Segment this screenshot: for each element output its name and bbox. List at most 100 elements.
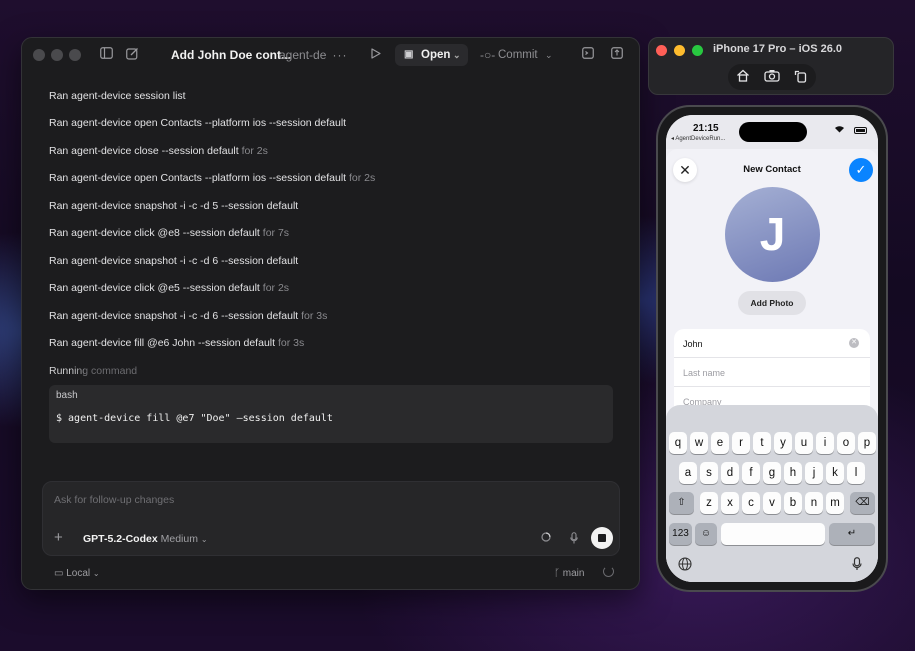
key-c[interactable]: c: [742, 492, 760, 514]
new-chat-edit-icon[interactable]: [124, 47, 140, 63]
zoom-window-button[interactable]: [692, 45, 703, 56]
key-o[interactable]: o: [837, 432, 855, 454]
stop-button[interactable]: [591, 527, 613, 549]
key-d[interactable]: d: [721, 462, 739, 484]
model-name: GPT-5.2-Codex: [83, 533, 158, 545]
log-line[interactable]: Ran agent-device open Contacts --platfor…: [49, 117, 346, 129]
key-g[interactable]: g: [763, 462, 781, 484]
agent-app-window: Add John Doe cont... agent-de ··· ▣ Open…: [21, 37, 640, 590]
log-line[interactable]: Ran agent-device click @e8 --session def…: [49, 227, 289, 239]
key-u[interactable]: u: [795, 432, 813, 454]
ellipsis-icon[interactable]: ···: [332, 47, 348, 63]
key-e[interactable]: e: [711, 432, 729, 454]
branch-selector[interactable]: ᚴ main: [554, 568, 584, 579]
key-v[interactable]: v: [763, 492, 781, 514]
first-name-field[interactable]: John ✕: [674, 329, 870, 358]
key-r[interactable]: r: [732, 432, 750, 454]
running-command-status: Running command: [49, 365, 138, 377]
key-b[interactable]: b: [784, 492, 802, 514]
log-line[interactable]: Ran agent-device close --session default…: [49, 145, 268, 157]
log-line[interactable]: Ran agent-device snapshot -i -c -d 5 --s…: [49, 200, 298, 212]
chevron-down-icon: ⌄: [545, 50, 553, 60]
share-export-icon[interactable]: [609, 47, 625, 63]
key-f[interactable]: f: [742, 462, 760, 484]
microphone-icon[interactable]: [567, 532, 581, 546]
log-line[interactable]: Ran agent-device snapshot -i -c -d 6 --s…: [49, 255, 298, 267]
git-branch-icon: ᚴ: [554, 568, 560, 579]
emoji-key[interactable]: ☺: [695, 523, 717, 545]
key-q[interactable]: q: [669, 432, 687, 454]
key-t[interactable]: t: [753, 432, 771, 454]
shift-key[interactable]: ⇧: [669, 492, 694, 514]
last-name-placeholder: Last name: [683, 368, 726, 378]
commit-button[interactable]: -○- Commit ⌄: [474, 44, 558, 66]
delete-key[interactable]: ⌫: [850, 492, 875, 514]
checkmark-icon[interactable]: ✓: [849, 158, 873, 182]
log-line[interactable]: Ran agent-device click @e5 --session def…: [49, 282, 289, 294]
numbers-key[interactable]: 123: [669, 523, 692, 545]
environment-label: Local: [66, 568, 91, 579]
open-label: Open: [421, 49, 451, 61]
dynamic-island: [739, 122, 807, 142]
wifi-icon: [834, 125, 845, 135]
first-name-value: John: [683, 339, 703, 349]
environment-selector[interactable]: ▭ Local ⌄: [54, 568, 100, 579]
rotate-device-icon[interactable]: [792, 69, 808, 85]
key-a[interactable]: a: [679, 462, 697, 484]
chevron-down-icon: ⌄: [200, 535, 208, 544]
dictation-microphone-icon[interactable]: [852, 557, 862, 574]
back-to-app-link[interactable]: ◂ AgentDeviceRun...: [671, 135, 725, 142]
chevron-down-icon: ⌄: [453, 50, 461, 60]
minimize-window-button[interactable]: [674, 45, 685, 56]
globe-icon[interactable]: [678, 557, 692, 574]
clear-text-icon[interactable]: ✕: [849, 338, 859, 348]
close-window-button[interactable]: [656, 45, 667, 56]
commit-label: Commit: [498, 49, 538, 61]
close-window-button[interactable]: [33, 49, 45, 61]
laptop-icon: ▭: [54, 568, 64, 579]
simulator-toolbar-window: iPhone 17 Pro – iOS 26.0: [648, 37, 894, 95]
plus-icon[interactable]: +: [54, 530, 63, 545]
key-x[interactable]: x: [721, 492, 739, 514]
key-p[interactable]: p: [858, 432, 876, 454]
minimize-window-button[interactable]: [51, 49, 63, 61]
iphone-screen: 21:15 ◂ AgentDeviceRun... ✕ New Contact …: [666, 115, 878, 582]
add-photo-button[interactable]: Add Photo: [738, 291, 806, 315]
model-effort: Medium: [160, 533, 198, 545]
context-usage-icon[interactable]: [539, 532, 553, 546]
key-h[interactable]: h: [784, 462, 802, 484]
play-icon[interactable]: [368, 47, 384, 63]
key-m[interactable]: m: [826, 492, 844, 514]
zoom-window-button[interactable]: [69, 49, 81, 61]
sidebar-toggle-icon[interactable]: [98, 47, 114, 63]
git-commit-icon: -○-: [480, 48, 496, 62]
return-key[interactable]: ↵: [829, 523, 875, 545]
last-name-field[interactable]: Last name: [674, 358, 870, 387]
chevron-down-icon: ⌄: [92, 569, 100, 578]
battery-icon: [854, 127, 867, 134]
contact-avatar[interactable]: J: [725, 187, 820, 282]
thread-title: Add John Doe cont...: [171, 48, 291, 62]
log-line[interactable]: Ran agent-device fill @e6 John --session…: [49, 337, 304, 349]
log-line[interactable]: Ran agent-device session list: [49, 90, 186, 102]
key-i[interactable]: i: [816, 432, 834, 454]
key-s[interactable]: s: [700, 462, 718, 484]
terminal-panel-icon[interactable]: [580, 47, 596, 63]
log-line[interactable]: Ran agent-device snapshot -i -c -d 6 --s…: [49, 310, 327, 322]
key-k[interactable]: k: [826, 462, 844, 484]
key-w[interactable]: w: [690, 432, 708, 454]
composer: Ask for follow-up changes + GPT-5.2-Code…: [42, 481, 620, 556]
key-l[interactable]: l: [847, 462, 865, 484]
log-line[interactable]: Ran agent-device open Contacts --platfor…: [49, 172, 375, 184]
key-j[interactable]: j: [805, 462, 823, 484]
key-z[interactable]: z: [700, 492, 718, 514]
space-key[interactable]: [721, 523, 825, 545]
simulator-title: iPhone 17 Pro – iOS 26.0: [713, 43, 842, 55]
follow-up-input[interactable]: Ask for follow-up changes: [54, 494, 174, 506]
screenshot-camera-icon[interactable]: [764, 69, 780, 85]
key-y[interactable]: y: [774, 432, 792, 454]
home-icon[interactable]: [735, 69, 751, 85]
model-selector[interactable]: GPT-5.2-Codex Medium ⌄: [83, 533, 208, 545]
open-in-button[interactable]: ▣ Open ⌄: [395, 44, 468, 66]
key-n[interactable]: n: [805, 492, 823, 514]
